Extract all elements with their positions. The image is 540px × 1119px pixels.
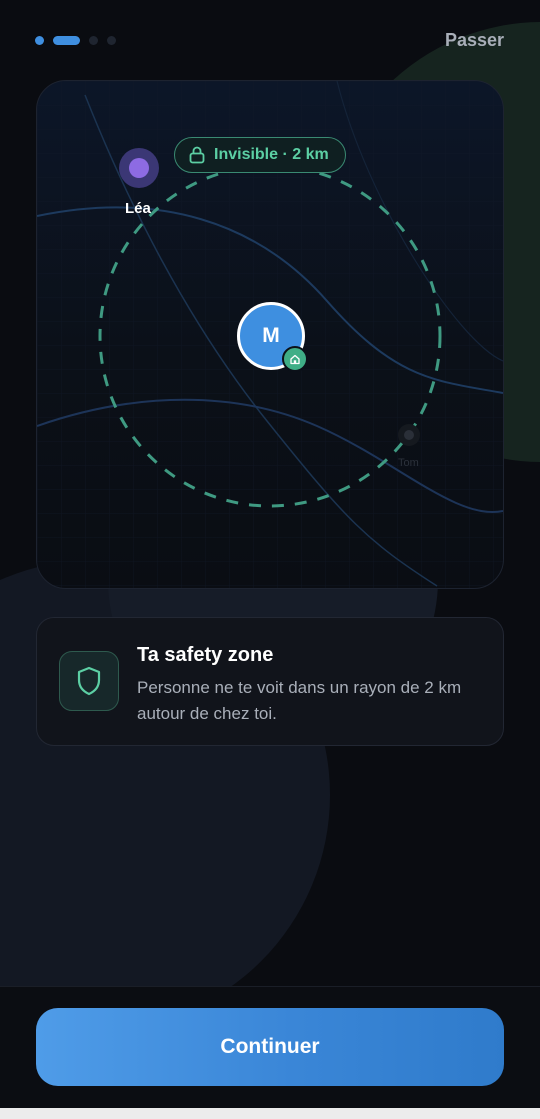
skip-button[interactable]: Passer bbox=[445, 30, 504, 51]
friend-name: Tom bbox=[398, 457, 419, 469]
friend-dot bbox=[404, 430, 414, 440]
progress-step bbox=[107, 36, 116, 45]
progress-step bbox=[35, 36, 44, 45]
friend-pin bbox=[119, 148, 159, 188]
progress-indicator bbox=[35, 36, 116, 45]
visibility-badge: Invisible · 2 km bbox=[174, 137, 346, 173]
map-preview: Invisible · 2 km Léa Tom M bbox=[36, 80, 504, 589]
onboarding-screen: Passer Invisible · 2 km Léa Tom M Ta saf… bbox=[0, 0, 540, 1119]
safety-zone-title: Ta safety zone bbox=[137, 644, 274, 666]
safety-zone-description: Personne ne te voit dans un rayon de 2 k… bbox=[137, 678, 462, 723]
progress-step-current bbox=[53, 36, 80, 45]
safety-zone-card: Ta safety zone Personne ne te voit dans … bbox=[36, 617, 504, 746]
friend-dot bbox=[129, 158, 149, 178]
friend-pin bbox=[398, 424, 420, 446]
progress-step bbox=[89, 36, 98, 45]
continue-button[interactable]: Continuer bbox=[36, 1008, 504, 1086]
friend-name: Léa bbox=[125, 200, 151, 217]
lock-icon bbox=[189, 146, 205, 164]
system-nav-bar bbox=[0, 1108, 540, 1119]
shield-icon bbox=[59, 651, 119, 711]
home-icon bbox=[282, 346, 308, 372]
visibility-badge-label: Invisible · 2 km bbox=[214, 146, 329, 163]
